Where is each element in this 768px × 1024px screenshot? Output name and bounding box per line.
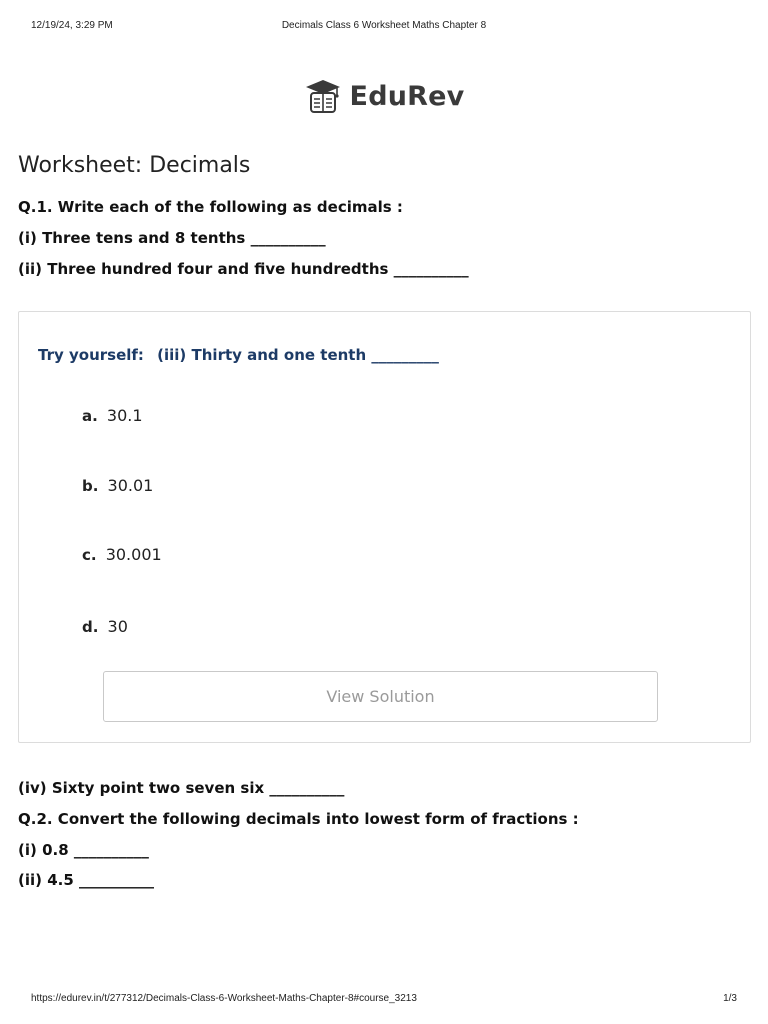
logo-text: EduRev [349, 80, 465, 112]
option-value: 30.01 [107, 476, 154, 495]
try-yourself-box: Try yourself: (iii) Thirty and one tenth… [18, 311, 751, 743]
print-header: 12/19/24, 3:29 PM Decimals Class 6 Works… [0, 0, 768, 50]
try-yourself-label: Try yourself: [38, 346, 144, 364]
q2-item-2: (ii) 4.5 __________ [18, 871, 155, 890]
q1-item-1: (i) Three tens and 8 tenths __________ [18, 229, 326, 248]
option-a[interactable]: a. 30.1 [82, 406, 143, 425]
option-d[interactable]: d. 30 [82, 617, 128, 636]
print-url: https://edurev.in/t/277312/Decimals-Clas… [31, 993, 417, 1004]
page-title: Worksheet: Decimals [18, 153, 251, 178]
worksheet-content-continued: (iv) Sixty point two seven six _________… [18, 779, 750, 890]
q1-item-2: (ii) Three hundred four and five hundred… [18, 259, 469, 278]
print-title: Decimals Class 6 Worksheet Maths Chapter… [281, 20, 487, 31]
view-solution-button[interactable]: View Solution [103, 671, 658, 722]
edurev-logo[interactable]: EduRev [0, 78, 768, 114]
q1-item-4: (iv) Sixty point two seven six _________… [18, 779, 345, 797]
graduation-cap-book-icon [305, 80, 340, 113]
try-yourself-question: Try yourself: (iii) Thirty and one tenth… [38, 346, 439, 364]
q1-heading: Q.1. Write each of the following as deci… [18, 198, 403, 217]
option-letter: b. [82, 477, 99, 495]
option-value: 30.001 [105, 545, 162, 564]
option-value: 30.1 [106, 406, 143, 425]
q2-heading: Q.2. Convert the following decimals into… [18, 809, 579, 828]
q2-item-1: (i) 0.8 __________ [18, 840, 149, 859]
try-yourself-question-text: (iii) Thirty and one tenth _________ [157, 346, 439, 364]
page-number: 1/3 [723, 993, 737, 1004]
option-letter: a. [82, 407, 98, 425]
option-letter: d. [82, 618, 99, 636]
option-value: 30 [107, 617, 128, 636]
option-letter: c. [82, 546, 97, 564]
print-footer: https://edurev.in/t/277312/Decimals-Clas… [0, 990, 768, 1010]
option-c[interactable]: c. 30.001 [82, 545, 162, 564]
worksheet-content: Worksheet: Decimals Q.1. Write each of t… [18, 153, 750, 279]
option-b[interactable]: b. 30.01 [82, 476, 153, 495]
